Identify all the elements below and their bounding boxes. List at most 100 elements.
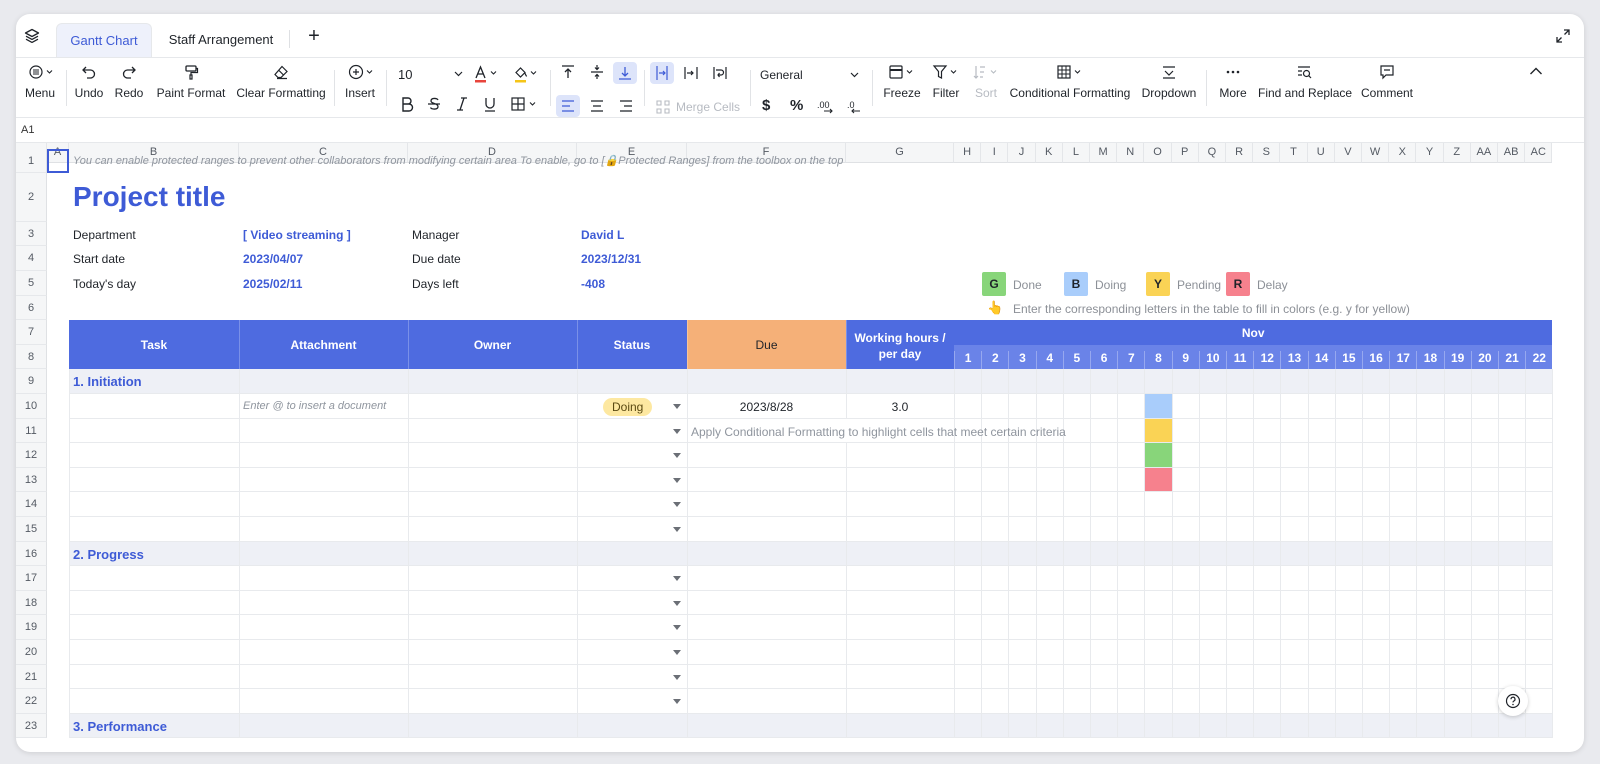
row-header[interactable]: 11 [16, 418, 47, 444]
column-header[interactable]: R [1226, 143, 1254, 163]
row-header[interactable]: 22 [16, 689, 47, 714]
tab-staff-arrangement[interactable]: Staff Arrangement [156, 23, 286, 57]
fill-color-icon[interactable] [512, 64, 542, 84]
font-size-select[interactable]: 10 [398, 64, 468, 86]
row-header[interactable]: 13 [16, 467, 47, 493]
row-header[interactable]: 17 [16, 566, 47, 591]
column-header[interactable]: L [1062, 143, 1090, 163]
row-header[interactable]: 15 [16, 517, 47, 542]
status-dropdown-arrow[interactable] [673, 404, 681, 409]
column-header[interactable]: H [954, 143, 982, 163]
column-header[interactable]: M [1090, 143, 1118, 163]
dropdown-button[interactable]: Dropdown [1140, 64, 1198, 100]
row-header[interactable]: 20 [16, 640, 47, 665]
info-value[interactable]: [ Video streaming ] [243, 228, 351, 242]
insert-button[interactable]: Insert [340, 64, 380, 100]
align-right-icon[interactable] [618, 98, 634, 114]
status-dropdown-arrow[interactable] [673, 477, 681, 483]
row-header[interactable]: 6 [16, 296, 47, 320]
row-header[interactable]: 8 [16, 345, 47, 369]
undo-button[interactable]: Undo [72, 64, 106, 100]
align-middle-icon[interactable] [589, 64, 605, 80]
redo-button[interactable]: Redo [112, 64, 146, 100]
column-header[interactable]: T [1280, 143, 1308, 163]
comment-button[interactable]: Comment [1356, 64, 1418, 100]
column-header[interactable]: J [1008, 143, 1036, 163]
column-header[interactable]: S [1253, 143, 1281, 163]
align-center-icon[interactable] [589, 98, 605, 114]
text-overflow-button[interactable] [650, 62, 674, 84]
text-clip-icon[interactable] [683, 65, 699, 81]
column-header[interactable]: O [1144, 143, 1172, 163]
help-button[interactable] [1498, 686, 1528, 716]
percent-format-button[interactable]: % [790, 97, 803, 114]
column-header[interactable]: Y [1416, 143, 1444, 163]
column-header[interactable]: Q [1198, 143, 1226, 163]
column-header[interactable]: V [1334, 143, 1362, 163]
bold-button[interactable] [400, 96, 424, 114]
status-dropdown-arrow[interactable] [673, 428, 681, 434]
status-dropdown-arrow[interactable] [673, 674, 681, 680]
strikethrough-button[interactable] [426, 96, 450, 114]
paint-format-button[interactable]: Paint Format [156, 64, 226, 100]
status-dropdown-arrow[interactable] [673, 600, 681, 606]
increase-decimal-icon[interactable]: .00 [816, 98, 834, 114]
gantt-cell-fill[interactable] [1145, 443, 1172, 467]
filter-button[interactable]: Filter [928, 64, 964, 100]
align-top-icon[interactable] [560, 64, 576, 80]
row-header[interactable]: 2 [16, 173, 47, 222]
text-color-icon[interactable] [472, 64, 502, 84]
collapse-toolbar-icon[interactable] [1529, 66, 1543, 76]
row-header[interactable]: 19 [16, 615, 47, 640]
freeze-button[interactable]: Freeze [880, 64, 924, 100]
number-format-select[interactable]: General [760, 64, 860, 86]
column-header[interactable]: AA [1470, 143, 1498, 163]
clear-formatting-button[interactable]: Clear Formatting [234, 64, 328, 100]
gantt-cell-fill[interactable] [1145, 467, 1172, 492]
underline-button[interactable] [482, 96, 506, 114]
text-wrap-icon[interactable] [712, 65, 728, 81]
column-header[interactable]: K [1035, 143, 1063, 163]
column-header[interactable]: X [1389, 143, 1417, 163]
info-value[interactable]: David L [581, 228, 624, 242]
row-header[interactable]: 1 [16, 149, 47, 173]
row-header[interactable]: 21 [16, 664, 47, 690]
status-dropdown-arrow[interactable] [673, 453, 681, 459]
add-tab-button[interactable]: + [304, 26, 324, 46]
more-button[interactable]: More [1214, 64, 1252, 100]
row-header[interactable]: 14 [16, 492, 47, 517]
gantt-cell-fill[interactable] [1145, 394, 1172, 418]
row-header[interactable]: 5 [16, 271, 47, 296]
column-header[interactable]: Z [1443, 143, 1471, 163]
column-header[interactable]: I [981, 143, 1009, 163]
italic-button[interactable] [454, 96, 478, 114]
row-header[interactable]: 23 [16, 713, 47, 739]
row-header[interactable]: 9 [16, 369, 47, 394]
align-bottom-button[interactable] [613, 62, 637, 84]
row-header[interactable]: 12 [16, 443, 47, 468]
gantt-cell-fill[interactable] [1145, 418, 1172, 443]
menu-button[interactable]: Menu [20, 64, 60, 100]
due-date[interactable]: 2023/8/28 [687, 400, 846, 414]
working-hours[interactable]: 3.0 [846, 400, 954, 414]
expand-icon[interactable] [1556, 29, 1570, 43]
column-header[interactable]: AB [1498, 143, 1526, 163]
row-header[interactable]: 16 [16, 541, 47, 567]
status-dropdown-arrow[interactable] [673, 625, 681, 631]
status-dropdown-arrow[interactable] [673, 650, 681, 655]
row-header[interactable]: 7 [16, 320, 47, 345]
row-header[interactable]: 4 [16, 246, 47, 271]
status-dropdown-arrow[interactable] [673, 576, 681, 582]
find-replace-button[interactable]: Find and Replace [1258, 64, 1352, 100]
borders-button[interactable] [510, 96, 544, 114]
info-value[interactable]: 2023/04/07 [243, 252, 303, 266]
row-header[interactable]: 18 [16, 590, 47, 616]
layers-icon[interactable] [24, 28, 40, 44]
status-badge[interactable]: Doing [603, 398, 653, 416]
column-header[interactable]: P [1171, 143, 1199, 163]
selected-cell[interactable] [47, 149, 69, 173]
column-header[interactable]: N [1117, 143, 1145, 163]
info-value[interactable]: 2023/12/31 [581, 252, 641, 266]
sort-button[interactable]: Sort [970, 64, 1002, 100]
tab-gantt-chart[interactable]: Gantt Chart [56, 23, 152, 57]
